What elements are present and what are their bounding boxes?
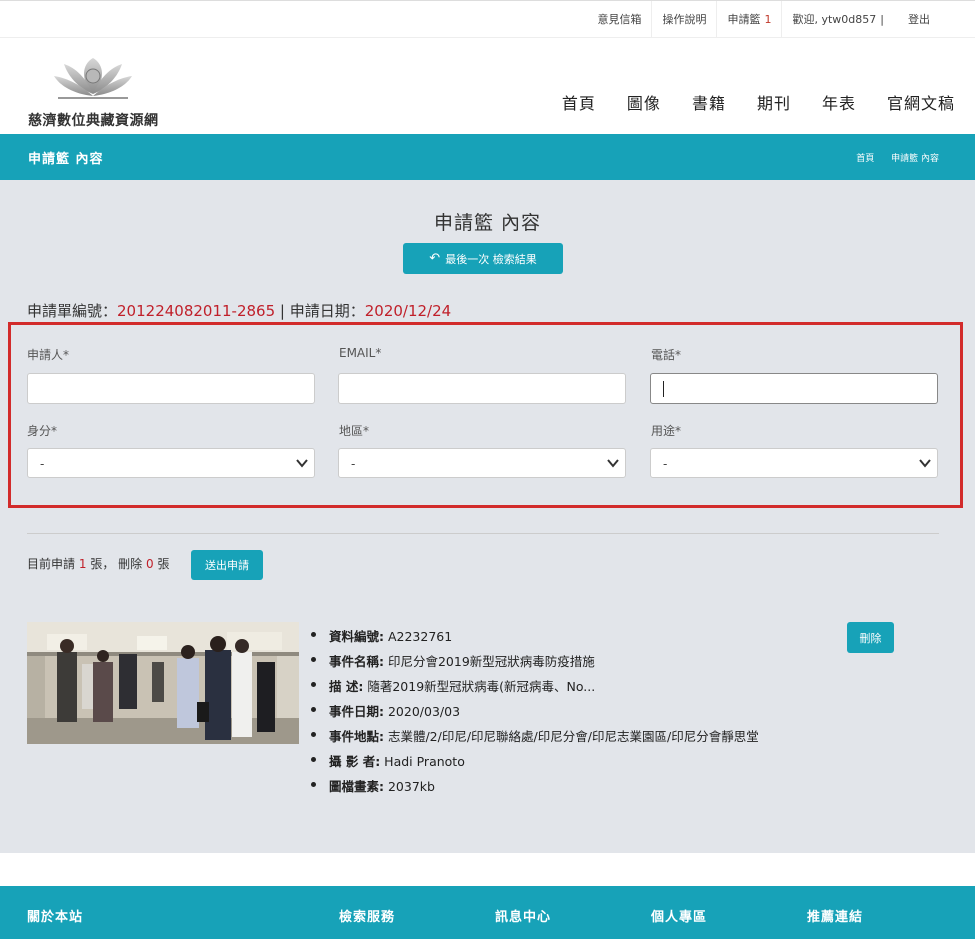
applicant-input[interactable]	[27, 373, 315, 404]
detail-key: 攝 影 者:	[329, 754, 381, 769]
welcome-text: 歡迎, ytw0d857 |	[781, 1, 898, 39]
footer-links[interactable]: 推薦連結	[807, 906, 863, 925]
basket-link[interactable]: 申請籃 1	[716, 1, 781, 39]
detail-value: 志業體/2/印尼/印尼聯絡處/印尼分會/印尼志業園區/印尼分會靜思堂	[384, 729, 759, 744]
detail-key: 事件地點:	[329, 729, 384, 744]
order-no: 201224082011-2865	[117, 302, 276, 320]
footer-search-service[interactable]: 檢索服務	[339, 906, 395, 925]
detail-row: 事件地點: 志業體/2/印尼/印尼聯絡處/印尼分會/印尼志業園區/印尼分會靜思堂	[308, 726, 759, 751]
region-select[interactable]: -	[338, 448, 626, 478]
phone-input[interactable]	[650, 373, 938, 404]
nav-official-texts[interactable]: 官網文稿	[887, 90, 955, 114]
chevron-down-icon	[919, 459, 931, 468]
lotus-emblem-icon	[54, 58, 132, 99]
photo-image	[27, 622, 299, 744]
reply-arrow-icon: ↶	[429, 251, 441, 266]
phone-label: 電話*	[651, 348, 682, 362]
back-button-label: 最後一次 檢索結果	[445, 252, 537, 266]
detail-key: 事件名稱:	[329, 654, 384, 669]
identity-select[interactable]: -	[27, 448, 315, 478]
nav-chronology[interactable]: 年表	[822, 90, 856, 114]
detail-key: 資料編號:	[329, 629, 384, 644]
back-to-results-button[interactable]: ↶ 最後一次 檢索結果	[403, 243, 563, 274]
deleted-count: 0	[146, 557, 154, 571]
basket-count: 1	[764, 13, 772, 26]
order-date: 2020/12/24	[364, 302, 452, 320]
nav-books[interactable]: 書籍	[692, 90, 726, 114]
purpose-label: 用途*	[651, 424, 682, 438]
page-banner: 申請籃 內容 首頁 申請籃 內容	[0, 134, 975, 180]
detail-value: 2037kb	[384, 779, 435, 794]
footer-news[interactable]: 訊息中心	[495, 906, 551, 925]
detail-row: 圖檔畫素: 2037kb	[308, 776, 759, 801]
identity-selected: -	[40, 457, 45, 471]
logout-link[interactable]: 登出	[898, 1, 940, 39]
region-selected: -	[351, 457, 356, 471]
request-summary: 目前申請 1 張， 刪除 0 張	[27, 555, 169, 572]
breadcrumb: 首頁 申請籃 內容	[842, 151, 939, 164]
email-label: EMAIL*	[339, 346, 382, 360]
date-label: 申請日期：	[289, 302, 365, 320]
feedback-link[interactable]: 意見信箱	[587, 1, 651, 39]
deleted-prefix: 刪除	[118, 557, 143, 571]
detail-row: 事件名稱: 印尼分會2019新型冠狀病毒防疫措施	[308, 651, 759, 676]
section-divider	[27, 533, 939, 534]
welcome-separator: |	[880, 13, 884, 26]
detail-row: 攝 影 者: Hadi Pranoto	[308, 751, 759, 776]
nav-images[interactable]: 圖像	[627, 90, 661, 114]
item-details: 資料編號: A2232761 事件名稱: 印尼分會2019新型冠狀病毒防疫措施 …	[308, 626, 759, 801]
site-logo[interactable]: 慈濟數位典藏資源網	[28, 50, 168, 129]
purpose-select[interactable]: -	[650, 448, 938, 478]
detail-value: 隨著2019新型冠狀病毒(新冠病毒、No...	[363, 679, 596, 694]
detail-value: 印尼分會2019新型冠狀病毒防疫措施	[384, 654, 595, 669]
nav-periodicals[interactable]: 期刊	[757, 90, 791, 114]
main-content: 申請籃 內容 ↶ 最後一次 檢索結果 申請單編號：201224082011-28…	[0, 180, 975, 853]
detail-key: 圖檔畫素:	[329, 779, 384, 794]
summary-unit2: 張	[157, 557, 170, 571]
footer-gap	[0, 853, 975, 886]
applicant-form: 申請人* EMAIL* 電話* 身分* - 地區* - 用途* -	[8, 322, 963, 508]
welcome-user: 歡迎, ytw0d857	[792, 13, 877, 26]
summary-unit1: 張，	[90, 557, 115, 571]
email-input[interactable]	[338, 373, 626, 404]
top-utility-bar: 意見信箱 操作說明 申請籃 1 歡迎, ytw0d857 | 登出	[0, 0, 975, 39]
order-no-label: 申請單編號：	[27, 302, 118, 320]
page-title: 申請籃 內容	[433, 212, 542, 234]
footer-about[interactable]: 關於本站	[27, 906, 83, 925]
logo-text: 慈濟數位典藏資源網	[28, 113, 159, 129]
detail-row: 資料編號: A2232761	[308, 626, 759, 651]
detail-value: 2020/03/03	[384, 704, 461, 719]
site-header: 慈濟數位典藏資源網 首頁 圖像 書籍 期刊 年表 官網文稿	[0, 38, 975, 134]
item-thumbnail[interactable]	[27, 622, 299, 744]
breadcrumb-current: 申請籃 內容	[891, 154, 939, 164]
chevron-down-icon	[607, 459, 619, 468]
summary-prefix: 目前申請	[27, 557, 76, 571]
site-footer: 關於本站 檢索服務 訊息中心 個人專區 推薦連結	[0, 886, 975, 939]
delete-item-button[interactable]: 刪除	[847, 622, 894, 653]
applicant-label: 申請人*	[27, 348, 70, 362]
breadcrumb-home[interactable]: 首頁	[856, 154, 874, 164]
detail-row: 事件日期: 2020/03/03	[308, 701, 759, 726]
order-info: 申請單編號：201224082011-2865 | 申請日期：2020/12/2…	[27, 300, 451, 321]
manual-link[interactable]: 操作說明	[651, 1, 716, 39]
nav-home[interactable]: 首頁	[562, 90, 596, 114]
date-separator: |	[275, 302, 290, 320]
footer-personal[interactable]: 個人專區	[651, 906, 707, 925]
request-count: 1	[78, 557, 87, 571]
basket-label: 申請籃	[727, 13, 761, 26]
detail-value: Hadi Pranoto	[380, 754, 465, 769]
detail-row: 描 述: 隨著2019新型冠狀病毒(新冠病毒、No...	[308, 676, 759, 701]
submit-request-button[interactable]: 送出申請	[191, 550, 263, 580]
purpose-selected: -	[663, 457, 668, 471]
chevron-down-icon	[296, 459, 308, 468]
main-nav: 首頁 圖像 書籍 期刊 年表 官網文稿	[531, 90, 955, 114]
detail-value: A2232761	[384, 629, 453, 644]
text-caret	[663, 381, 664, 397]
detail-key: 事件日期:	[329, 704, 384, 719]
detail-key: 描 述:	[329, 679, 364, 694]
region-label: 地區*	[339, 424, 370, 438]
utility-links: 意見信箱 操作說明 申請籃 1 歡迎, ytw0d857 | 登出	[587, 1, 940, 39]
identity-label: 身分*	[27, 424, 58, 438]
banner-title: 申請籃 內容	[28, 152, 104, 167]
